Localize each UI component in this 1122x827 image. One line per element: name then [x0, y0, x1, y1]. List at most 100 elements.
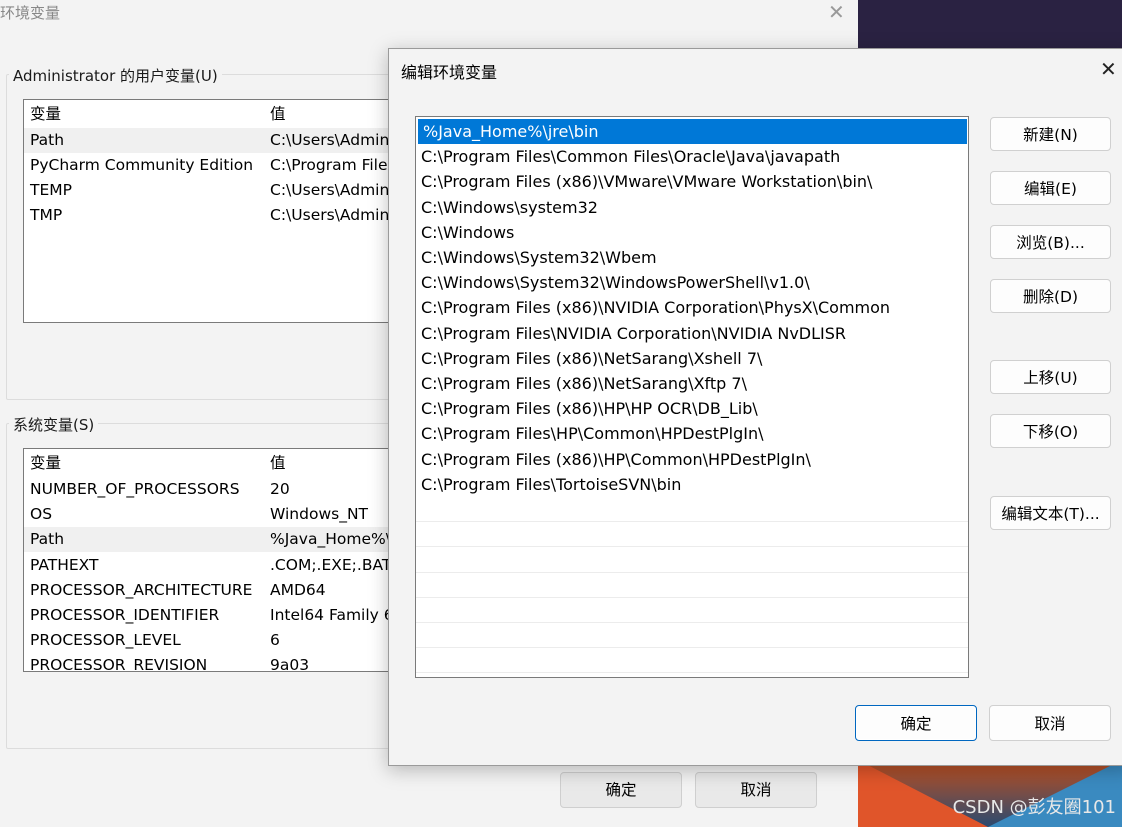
empty-list-row[interactable]: [416, 497, 968, 523]
path-entry-text: C:\Program Files (x86)\NVIDIA Corporatio…: [421, 298, 891, 318]
list-header: 变量 值: [24, 451, 404, 476]
column-header-variable[interactable]: 变量: [30, 451, 61, 476]
cancel-button[interactable]: 取消: [695, 772, 817, 808]
variable-value: C:\Users\Admin: [270, 131, 390, 149]
table-row[interactable]: Path %Java_Home%\: [24, 527, 404, 553]
path-entry[interactable]: C:\Program Files (x86)\HP\Common\HPDestP…: [416, 447, 968, 472]
path-entry[interactable]: C:\Windows\System32\WindowsPowerShell\v1…: [416, 270, 968, 295]
path-entry[interactable]: %Java_Home%\jre\bin: [418, 119, 967, 145]
path-entry-text: C:\Program Files\Common Files\Oracle\Jav…: [421, 147, 841, 167]
path-entry[interactable]: C:\Program Files\Common Files\Oracle\Jav…: [416, 144, 968, 169]
variable-value: %Java_Home%\: [270, 530, 391, 549]
path-entry-text: C:\Program Files (x86)\HP\HP OCR\DB_Lib\: [421, 399, 758, 419]
path-entry[interactable]: C:\Program Files\HP\Common\HPDestPlgIn\: [416, 421, 968, 446]
empty-list-row[interactable]: [416, 547, 968, 573]
empty-list-row[interactable]: [416, 573, 968, 598]
empty-list-row[interactable]: [416, 648, 968, 674]
variable-value: 20: [270, 480, 290, 498]
variable-name: TEMP: [30, 181, 72, 199]
path-list[interactable]: %Java_Home%\jre\bin C:\Program Files\Comm…: [415, 116, 969, 678]
table-row[interactable]: Path C:\Users\Admin: [24, 128, 404, 153]
path-entry-text: %Java_Home%\jre\bin: [423, 122, 599, 141]
variable-value: .COM;.EXE;.BAT: [270, 555, 392, 574]
delete-button[interactable]: 删除(D): [990, 279, 1111, 313]
variable-value: C:\Program File: [270, 156, 388, 174]
path-entry-text: C:\Program Files (x86)\HP\Common\HPDestP…: [421, 449, 811, 469]
watermark: CSDN @彭友圈101: [952, 797, 1116, 818]
system-variables-title: 系统变量(S): [9, 414, 99, 435]
edit-environment-variable-dialog: 编辑环境变量 ✕ %Java_Home%\jre\bin C:\Program F…: [388, 48, 1122, 766]
variable-name: TMP: [30, 206, 63, 224]
path-entry-text: C:\Windows: [421, 222, 515, 242]
column-header-value[interactable]: 值: [270, 102, 286, 127]
path-entry[interactable]: C:\Program Files\NVIDIA Corporation\NVID…: [416, 321, 968, 346]
table-row[interactable]: PROCESSOR_ARCHITECTURE AMD64: [24, 578, 404, 603]
path-entry-text: C:\Program Files\TortoiseSVN\bin: [421, 474, 682, 494]
variable-name: PROCESSOR_REVISION: [30, 656, 208, 672]
window-title: 环境变量: [0, 4, 61, 22]
empty-list-row[interactable]: [416, 598, 968, 623]
variable-value: Windows_NT: [270, 505, 369, 524]
path-entry[interactable]: C:\Windows: [416, 220, 968, 245]
path-entry[interactable]: C:\Windows\System32\Wbem: [416, 245, 968, 270]
user-variables-title: Administrator 的用户变量(U): [9, 65, 222, 86]
path-entry-text: C:\Windows\System32\WindowsPowerShell\v1…: [421, 273, 810, 293]
table-row[interactable]: PyCharm Community Edition C:\Program File: [24, 153, 404, 178]
column-header-variable[interactable]: 变量: [30, 102, 61, 127]
variable-value: 9a03: [270, 656, 310, 672]
table-row[interactable]: OS Windows_NT: [24, 502, 404, 527]
variable-value: C:\Users\Admin: [270, 206, 390, 224]
empty-list-row[interactable]: [416, 623, 968, 649]
system-variables-list[interactable]: 变量 值 NUMBER_OF_PROCESSORS 20 OS Windows_NT P…: [23, 448, 405, 672]
table-row[interactable]: PROCESSOR_LEVEL 6: [24, 628, 404, 653]
table-row[interactable]: PROCESSOR_REVISION 9a03: [24, 653, 404, 672]
path-entry-text: C:\Program Files\HP\Common\HPDestPlgIn\: [421, 424, 764, 444]
empty-list-row[interactable]: [416, 522, 968, 548]
variable-name: PROCESSOR_LEVEL: [30, 631, 181, 650]
table-row[interactable]: PATHEXT .COM;.EXE;.BAT: [24, 553, 404, 578]
move-up-button[interactable]: 上移(U): [990, 360, 1111, 394]
path-entry[interactable]: C:\Program Files (x86)\HP\HP OCR\DB_Lib\: [416, 396, 968, 421]
variable-value: AMD64: [270, 580, 326, 599]
variable-value: C:\Users\Admin: [270, 181, 390, 199]
path-entry[interactable]: C:\Program Files (x86)\NetSarang\Xftp 7\: [416, 371, 968, 396]
close-icon[interactable]: ✕: [1100, 57, 1117, 81]
variable-name: PATHEXT: [30, 555, 99, 574]
ok-button[interactable]: 确定: [855, 705, 977, 741]
variable-name: Path: [30, 131, 65, 149]
table-row[interactable]: TEMP C:\Users\Admin: [24, 178, 404, 203]
dialog-title: 编辑环境变量: [401, 63, 498, 82]
edit-button[interactable]: 编辑(E): [990, 171, 1111, 205]
browse-button[interactable]: 浏览(B)...: [990, 225, 1111, 259]
move-down-button[interactable]: 下移(O): [990, 414, 1111, 448]
variable-name: PROCESSOR_IDENTIFIER: [30, 606, 220, 624]
table-row[interactable]: PROCESSOR_IDENTIFIER Intel64 Family 6: [24, 603, 404, 628]
cancel-button[interactable]: 取消: [989, 705, 1111, 741]
variable-name: PROCESSOR_ARCHITECTURE: [30, 580, 253, 599]
new-button[interactable]: 新建(N): [990, 117, 1111, 151]
path-entry[interactable]: C:\Program Files\TortoiseSVN\bin: [416, 472, 968, 497]
path-entry-text: C:\Program Files (x86)\NetSarang\Xshell …: [421, 348, 763, 368]
close-icon[interactable]: ✕: [828, 0, 845, 24]
variable-name: Path: [30, 530, 65, 549]
path-entry-text: C:\Program Files\NVIDIA Corporation\NVID…: [421, 323, 847, 343]
variable-name: NUMBER_OF_PROCESSORS: [30, 480, 240, 498]
variable-value: Intel64 Family 6: [270, 606, 394, 624]
path-entry-text: C:\Program Files (x86)\NetSarang\Xftp 7\: [421, 374, 747, 393]
table-row[interactable]: TMP C:\Users\Admin: [24, 203, 404, 228]
list-header: 变量 值: [24, 102, 404, 127]
path-entry[interactable]: C:\Program Files (x86)\NetSarang\Xshell …: [416, 346, 968, 371]
path-entry-text: C:\Windows\System32\Wbem: [421, 248, 657, 267]
ok-button[interactable]: 确定: [560, 772, 682, 808]
path-entry-text: C:\Windows\system32: [421, 197, 598, 217]
edit-text-button[interactable]: 编辑文本(T)...: [990, 496, 1111, 530]
path-entry[interactable]: C:\Program Files (x86)\VMware\VMware Wor…: [416, 169, 968, 194]
path-entry[interactable]: C:\Program Files (x86)\NVIDIA Corporatio…: [416, 295, 968, 320]
path-entry-text: C:\Program Files (x86)\VMware\VMware Wor…: [421, 172, 873, 192]
user-variables-list[interactable]: 变量 值 Path C:\Users\Admin PyCharm Community…: [23, 99, 405, 323]
table-row[interactable]: NUMBER_OF_PROCESSORS 20: [24, 477, 404, 502]
path-entry[interactable]: C:\Windows\system32: [416, 195, 968, 220]
variable-name: OS: [30, 505, 53, 524]
column-header-value[interactable]: 值: [270, 451, 286, 476]
variable-value: 6: [270, 631, 280, 650]
